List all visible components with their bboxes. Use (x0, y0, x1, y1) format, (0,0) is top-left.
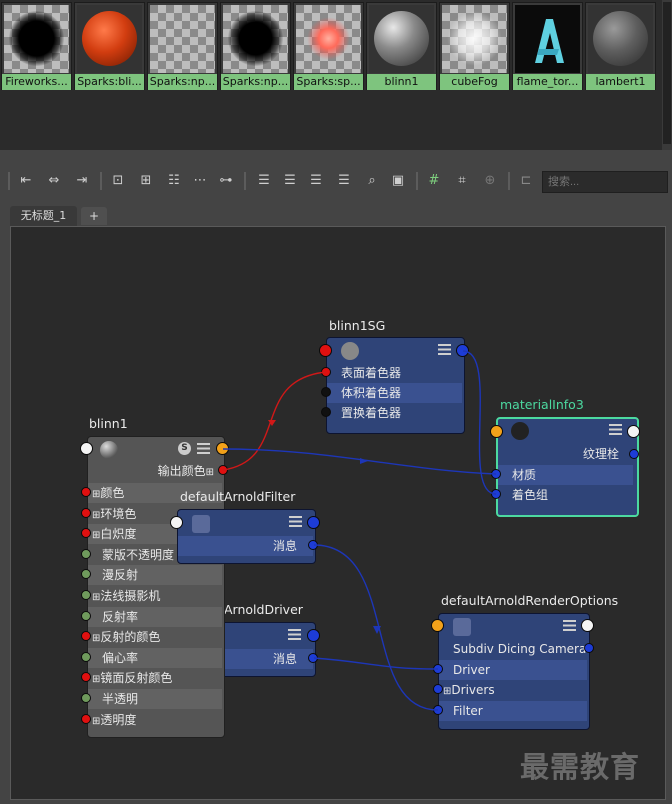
blinn-attribute-port[interactable] (81, 610, 91, 621)
blinn-attribute-port[interactable] (81, 487, 91, 497)
blinn-attribute-port[interactable] (81, 651, 91, 662)
blinn-attribute-port[interactable] (81, 590, 91, 600)
wire-driver-to-options-driver (313, 657, 439, 670)
connection-wires (222, 350, 497, 711)
blinn-attribute-port[interactable] (81, 507, 91, 518)
blinn-attribute-port[interactable] (81, 693, 91, 703)
watermark: 最需教育 (520, 750, 641, 784)
wire-blinn-to-material (222, 448, 497, 475)
wire-arrow (360, 458, 368, 464)
blinn-attribute-port[interactable] (81, 548, 91, 559)
blinn-attribute-port[interactable] (81, 713, 91, 724)
